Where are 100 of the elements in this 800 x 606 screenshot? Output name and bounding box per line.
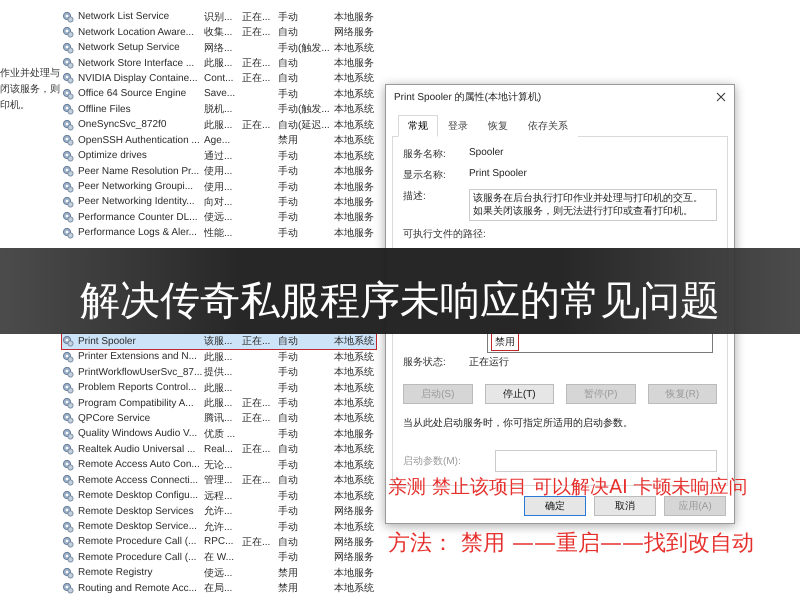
table-cell: 本地系统	[334, 336, 374, 348]
service-row[interactable]: Network Store Interface ... 此服... 正在... 自动 本地服务	[62, 55, 376, 71]
table-cell: Remote Registry	[78, 567, 152, 578]
table-cell: 本地服务	[334, 196, 374, 208]
table-cell: Remote Desktop Service...	[78, 521, 197, 532]
table-cell: Network Store Interface ...	[78, 58, 194, 69]
service-row[interactable]: Network Setup Service 网络... 手动(触发... 本地系统	[62, 40, 376, 56]
table-cell: 本地系统	[334, 475, 374, 486]
description-fragment: 闭该服务，则	[0, 82, 60, 97]
service-gear-icon	[62, 566, 74, 579]
table-cell: 正在...	[242, 12, 270, 23]
table-cell: OpenSSH Authentication ...	[78, 134, 200, 146]
service-row[interactable]: Remote Desktop Configu... 远程... 手动 本地系统	[62, 488, 376, 504]
service-gear-icon	[62, 397, 74, 410]
service-row[interactable]: Printer Extensions and N... 此服... 手动 本地系统	[62, 349, 376, 364]
service-row[interactable]: Remote Procedure Call (... 在 W... 手动 网络服务	[62, 550, 376, 566]
service-row[interactable]: NVIDIA Display Containe... Cont... 正在... 自动 本地系统	[62, 70, 376, 86]
service-row[interactable]: Remote Desktop Service... 允许... 手动 本地系统	[62, 518, 376, 534]
table-cell: 性能...	[204, 228, 232, 239]
table-cell: 收集...	[204, 27, 232, 38]
description-box[interactable]: 该服务在后台执行打印作业并处理与打印机的交互。如果关闭该服务，则无法进行打印或查看打印机。	[469, 189, 717, 221]
list-option[interactable]: 禁用	[492, 334, 518, 350]
service-gear-icon	[62, 26, 74, 38]
service-gear-icon	[62, 428, 74, 440]
service-row[interactable]: PrintWorkflowUserSvc_87... 提供... 手动 本地系统	[62, 364, 376, 380]
table-cell: 手动	[278, 212, 298, 224]
service-row[interactable]: Peer Networking Groupi... 使用... 手动 本地服务	[62, 178, 376, 194]
table-cell: 本地系统	[334, 583, 374, 594]
table-cell: Remote Procedure Call (...	[78, 536, 196, 548]
table-cell: 手动	[278, 522, 298, 533]
table-cell: 优质 ...	[204, 428, 236, 440]
table-cell: 正在...	[242, 536, 270, 548]
hint-text: 当从此处启动服务时，你可指定所适用的启动参数。	[403, 416, 634, 430]
start-params-field[interactable]	[495, 450, 717, 472]
table-cell: Save...	[204, 88, 236, 100]
table-cell: Print Spooler	[78, 336, 136, 347]
service-gear-icon	[62, 103, 74, 116]
table-cell: 此服...	[204, 58, 232, 70]
table-cell: 本地系统	[334, 367, 374, 378]
table-cell: 本地服务	[334, 166, 374, 178]
table-cell: 使远...	[204, 212, 232, 224]
service-control-button[interactable]: 停止(T)	[484, 384, 554, 404]
table-cell: 手动	[278, 398, 298, 410]
table-cell: 正在...	[242, 73, 270, 84]
table-cell: Real...	[204, 444, 233, 455]
service-row[interactable]: Peer Name Resolution Pr... 使用... 手动 本地服务	[62, 163, 376, 179]
service-row[interactable]: OpenSSH Authentication ... Age... 禁用 本地系统	[62, 132, 376, 148]
service-row[interactable]: Office 64 Source Engine Save... 手动 本地系统	[62, 86, 376, 102]
service-row[interactable]: Problem Reports Control... 此服... 手动 本地系统	[62, 380, 376, 396]
service-gear-icon	[62, 118, 74, 131]
service-row[interactable]: Offline Files 脱机... 手动(触发... 本地系统	[62, 102, 376, 118]
service-gear-icon	[62, 350, 74, 363]
service-row[interactable]: QPCore Service 腾讯... 正在... 自动 本地系统	[62, 410, 376, 426]
table-cell: 允许...	[204, 522, 232, 533]
dialog-button[interactable]: 确定	[524, 496, 586, 516]
service-row[interactable]: Remote Access Connecti... 管理... 正在... 自动 本地系统	[62, 472, 376, 488]
service-row[interactable]: Remote Procedure Call (... RPC... 正在... 自动 网络服务	[62, 534, 376, 550]
table-cell: 网络服务	[334, 552, 374, 564]
service-row[interactable]: Program Compatibility A... 此服... 正在... 手动 本地系统	[62, 395, 376, 411]
service-row[interactable]: Performance Counter DL... 使远... 手动 本地服务	[62, 210, 376, 226]
dialog-button[interactable]: 取消	[594, 496, 656, 516]
service-gear-icon	[62, 490, 74, 502]
service-row[interactable]: Performance Logs & Aler... 性能... 手动 本地服务	[62, 225, 376, 241]
service-gear-icon	[62, 335, 74, 348]
service-gear-icon	[62, 134, 74, 146]
table-cell: 无论...	[204, 460, 232, 471]
service-row[interactable]: Network Location Aware... 收集... 正在... 自动 网络服务	[62, 24, 376, 40]
service-row[interactable]: Remote Desktop Services 允许... 手动 网络服务	[62, 503, 376, 519]
service-row[interactable]: Peer Networking Identity... 向对... 手动 本地服务	[62, 194, 376, 210]
table-cell: Offline Files	[78, 104, 131, 115]
table-cell: 网络服务	[334, 536, 374, 548]
service-gear-icon	[62, 458, 74, 471]
table-cell: 自动	[278, 336, 298, 348]
tab[interactable]: 常规	[398, 115, 438, 137]
table-cell: 自动	[278, 58, 298, 70]
service-row[interactable]: Routing and Remote Acc... 在局... 禁用 本地系统	[62, 580, 376, 596]
service-row[interactable]: OneSyncSvc_872f0 此服... 正在... 自动(延迟... 本地系统	[62, 117, 376, 132]
service-gear-icon	[62, 366, 74, 378]
table-cell: 手动	[278, 460, 298, 471]
table-cell: 手动	[278, 490, 298, 502]
service-row[interactable]: Quality Windows Audio V... 优质 ... 手动 本地服务	[62, 426, 376, 442]
service-row[interactable]: Optimize drives 通过... 手动 本地系统	[62, 148, 376, 164]
table-cell: 本地系统	[334, 352, 374, 363]
service-row[interactable]: Remote Access Auto Con... 无论... 手动 本地系统	[62, 457, 376, 472]
table-cell: 正在...	[242, 120, 270, 131]
table-cell: PrintWorkflowUserSvc_87...	[78, 366, 202, 378]
table-cell: 向对...	[204, 196, 232, 208]
service-gear-icon	[62, 10, 74, 23]
service-gear-icon	[62, 520, 74, 533]
service-row[interactable]: Remote Registry 使远... 禁用 本地服务	[62, 565, 376, 581]
table-cell: 本地系统	[334, 150, 374, 162]
table-cell: 通过...	[204, 150, 232, 162]
service-row[interactable]: Print Spooler 该服... 正在... 自动 本地系统	[62, 334, 376, 349]
table-cell: 正在...	[242, 336, 270, 348]
service-row[interactable]: Network List Service 识别... 正在... 手动 本地服务	[62, 9, 376, 24]
table-cell: 手动	[278, 228, 298, 239]
table-cell: 手动	[278, 382, 298, 394]
service-row[interactable]: Realtek Audio Universal ... Real... 正在... 自动 本地系统	[62, 442, 376, 458]
close-icon[interactable]	[716, 92, 726, 102]
table-cell: 自动	[278, 27, 298, 38]
